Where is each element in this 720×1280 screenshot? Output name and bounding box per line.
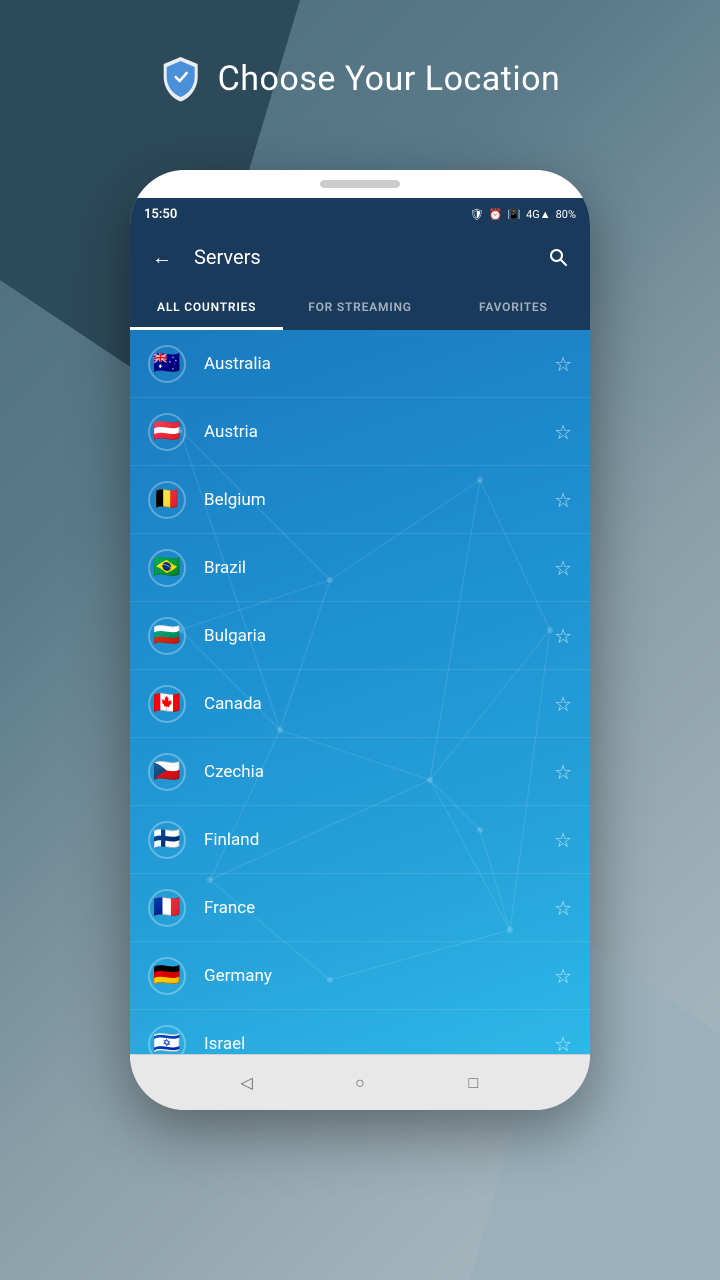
header-area: Choose Your Location xyxy=(160,55,561,103)
favorite-finland[interactable]: ☆ xyxy=(554,828,572,852)
phone-frame: 15:50 🛡 ⏰ 📳 4G▲ 80% ← Servers xyxy=(130,170,590,1110)
country-name-belgium: Belgium xyxy=(204,490,554,510)
country-name-finland: Finland xyxy=(204,830,554,850)
page-title: Choose Your Location xyxy=(218,59,561,99)
nav-back-button[interactable]: ◁ xyxy=(231,1067,263,1099)
flag-finland: 🇫🇮 xyxy=(148,821,186,859)
app-bar: ← Servers xyxy=(130,230,590,284)
country-item-canada[interactable]: 🇨🇦 Canada ☆ xyxy=(130,670,590,738)
favorite-france[interactable]: ☆ xyxy=(554,896,572,920)
flag-brazil: 🇧🇷 xyxy=(148,549,186,587)
favorite-canada[interactable]: ☆ xyxy=(554,692,572,716)
country-name-brazil: Brazil xyxy=(204,558,554,578)
vpn-logo-icon xyxy=(160,55,202,103)
flag-austria: 🇦🇹 xyxy=(148,413,186,451)
tabs-bar: ALL COUNTRIES FOR STREAMING FAVORITES xyxy=(130,284,590,330)
favorite-israel[interactable]: ☆ xyxy=(554,1032,572,1055)
country-name-czechia: Czechia xyxy=(204,762,554,782)
nav-home-button[interactable]: ○ xyxy=(344,1067,376,1099)
alarm-status-icon: ⏰ xyxy=(489,208,503,221)
app-bar-title: Servers xyxy=(194,245,526,269)
back-button[interactable]: ← xyxy=(146,241,178,273)
country-name-canada: Canada xyxy=(204,694,554,714)
phone-top xyxy=(130,170,590,198)
country-item-brazil[interactable]: 🇧🇷 Brazil ☆ xyxy=(130,534,590,602)
tab-for-streaming[interactable]: FOR STREAMING xyxy=(283,284,436,330)
country-name-israel: Israel xyxy=(204,1034,554,1054)
status-bar: 15:50 🛡 ⏰ 📳 4G▲ 80% xyxy=(130,198,590,230)
phone-speaker xyxy=(320,180,400,188)
country-item-israel[interactable]: 🇮🇱 Israel ☆ xyxy=(130,1010,590,1054)
tab-favorites[interactable]: FAVORITES xyxy=(437,284,590,330)
favorite-germany[interactable]: ☆ xyxy=(554,964,572,988)
favorite-czechia[interactable]: ☆ xyxy=(554,760,572,784)
country-item-bulgaria[interactable]: 🇧🇬 Bulgaria ☆ xyxy=(130,602,590,670)
country-item-germany[interactable]: 🇩🇪 Germany ☆ xyxy=(130,942,590,1010)
flag-israel: 🇮🇱 xyxy=(148,1025,186,1055)
country-item-belgium[interactable]: 🇧🇪 Belgium ☆ xyxy=(130,466,590,534)
country-name-australia: Australia xyxy=(204,354,554,374)
flag-germany: 🇩🇪 xyxy=(148,957,186,995)
status-time: 15:50 xyxy=(144,207,177,222)
vibrate-status-icon: 📳 xyxy=(507,208,521,221)
favorite-australia[interactable]: ☆ xyxy=(554,352,572,376)
country-name-austria: Austria xyxy=(204,422,554,442)
favorite-bulgaria[interactable]: ☆ xyxy=(554,624,572,648)
country-item-austria[interactable]: 🇦🇹 Austria ☆ xyxy=(130,398,590,466)
navigation-bar: ◁ ○ □ xyxy=(130,1054,590,1110)
country-name-france: France xyxy=(204,898,554,918)
country-item-france[interactable]: 🇫🇷 France ☆ xyxy=(130,874,590,942)
status-icons: 🛡 ⏰ 📳 4G▲ 80% xyxy=(470,208,576,221)
favorite-austria[interactable]: ☆ xyxy=(554,420,572,444)
favorite-brazil[interactable]: ☆ xyxy=(554,556,572,580)
flag-canada: 🇨🇦 xyxy=(148,685,186,723)
signal-status-icon: 4G▲ xyxy=(526,208,551,221)
flag-czechia: 🇨🇿 xyxy=(148,753,186,791)
tab-all-countries[interactable]: ALL COUNTRIES xyxy=(130,284,283,330)
search-button[interactable] xyxy=(542,241,574,273)
vpn-status-icon: 🛡 xyxy=(470,208,484,221)
country-item-australia[interactable]: 🇦🇺 Australia ☆ xyxy=(130,330,590,398)
screen: 15:50 🛡 ⏰ 📳 4G▲ 80% ← Servers xyxy=(130,198,590,1054)
country-item-czechia[interactable]: 🇨🇿 Czechia ☆ xyxy=(130,738,590,806)
nav-recent-button[interactable]: □ xyxy=(457,1067,489,1099)
favorite-belgium[interactable]: ☆ xyxy=(554,488,572,512)
country-name-germany: Germany xyxy=(204,966,554,986)
country-list: 🇦🇺 Australia ☆ 🇦🇹 Austria ☆ 🇧🇪 Belgium ☆… xyxy=(130,330,590,1054)
country-name-bulgaria: Bulgaria xyxy=(204,626,554,646)
flag-australia: 🇦🇺 xyxy=(148,345,186,383)
battery-status: 80% xyxy=(556,208,576,221)
country-item-finland[interactable]: 🇫🇮 Finland ☆ xyxy=(130,806,590,874)
flag-belgium: 🇧🇪 xyxy=(148,481,186,519)
flag-bulgaria: 🇧🇬 xyxy=(148,617,186,655)
flag-france: 🇫🇷 xyxy=(148,889,186,927)
